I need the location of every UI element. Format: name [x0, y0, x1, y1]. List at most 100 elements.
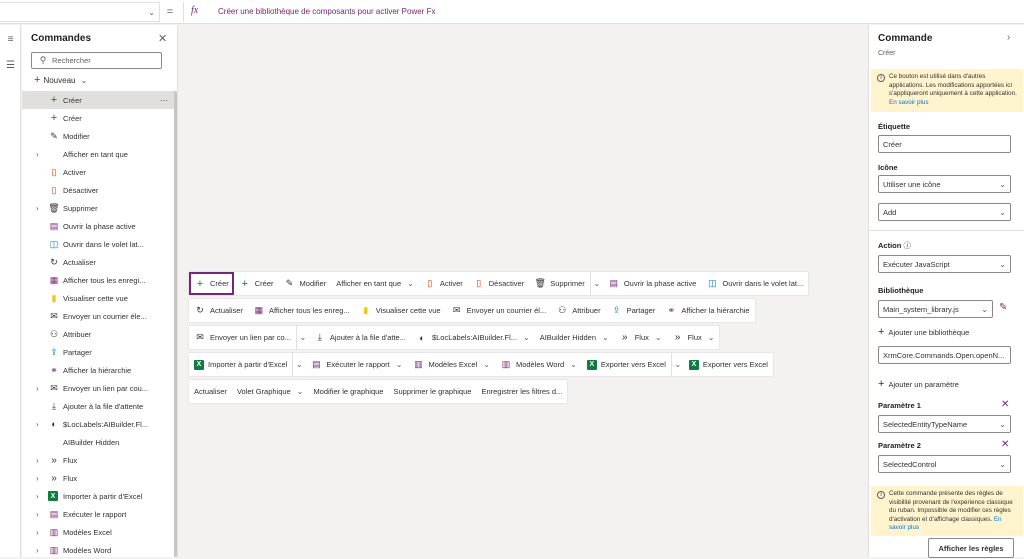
chevron-right-icon[interactable]: ›: [1007, 32, 1010, 43]
tree-item[interactable]: + Créer ···: [22, 91, 175, 109]
search-input[interactable]: ⚲ Rechercher: [31, 52, 162, 69]
close-icon[interactable]: ✕: [158, 32, 167, 45]
tree-item[interactable]: ⚇ Attribuer: [22, 325, 175, 343]
delete-param1-icon[interactable]: ✕: [1001, 399, 1009, 410]
learn-more-link[interactable]: En savoir plus: [889, 99, 929, 106]
tree-item[interactable]: ▯ Désactiver: [22, 181, 175, 199]
action-select[interactable]: Exécuter JavaScript ⌄: [878, 255, 1011, 273]
command-button[interactable]: + Créer: [234, 272, 279, 295]
command-button[interactable]: ▤ Exécuter le rapport ⌄: [305, 353, 407, 376]
tree-item[interactable]: › » Flux: [22, 451, 175, 469]
tree-item[interactable]: ✎ Modifier: [22, 127, 175, 145]
function-field[interactable]: XrmCore.Commands.Open.openN...: [878, 346, 1011, 364]
tree-item[interactable]: ◫ Ouvrir dans le volet lat...: [22, 235, 175, 253]
property-dropdown[interactable]: ⌄: [0, 2, 160, 22]
scrollbar[interactable]: [174, 91, 177, 557]
tree-item[interactable]: ▦ Afficher tous les enregi...: [22, 271, 175, 289]
command-button[interactable]: ▮ Visualiser cette vue: [355, 299, 446, 322]
command-button-label: Exporter vers Excel: [702, 360, 768, 369]
chevron-right-icon[interactable]: ›: [36, 474, 39, 483]
chevron-right-icon[interactable]: ›: [36, 150, 39, 159]
command-button[interactable]: ▦ Afficher tous les enreg...: [248, 299, 355, 322]
command-button[interactable]: Volet Graphique ⌄: [232, 380, 309, 403]
command-button[interactable]: Actualiser: [189, 380, 232, 403]
command-button[interactable]: Afficher en tant que ⌄: [331, 272, 419, 295]
tree-item[interactable]: › ▥ Modèles Word: [22, 541, 175, 559]
add-parameter-button[interactable]: + Ajouter un paramètre: [878, 378, 959, 390]
chevron-right-icon[interactable]: ›: [36, 528, 39, 537]
command-button[interactable]: ◫ Ouvrir dans le volet lat...: [701, 272, 808, 295]
chevron-right-icon[interactable]: ›: [36, 510, 39, 519]
split-chevron-icon[interactable]: ⌄: [292, 353, 305, 376]
tree-item[interactable]: › Afficher en tant que: [22, 145, 175, 163]
split-chevron-icon[interactable]: ⌄: [295, 326, 309, 349]
chevron-right-icon[interactable]: ›: [36, 384, 39, 393]
chevron-right-icon[interactable]: ›: [36, 546, 39, 555]
tree-item[interactable]: ▯ Activer: [22, 163, 175, 181]
add-library-button[interactable]: + Ajouter une bibliothèque: [878, 326, 969, 338]
split-chevron-icon[interactable]: ⌄: [670, 353, 684, 376]
tree-item[interactable]: › X Importer à partir d'Excel: [22, 487, 175, 505]
command-button[interactable]: ▥ Modèles Word ⌄: [495, 353, 582, 376]
more-icon[interactable]: ···: [160, 96, 168, 105]
tree-item[interactable]: › ✉ Envoyer un lien par cou...: [22, 379, 175, 397]
tree-item[interactable]: › » Flux: [22, 469, 175, 487]
tree-item[interactable]: AIBuilder Hidden: [22, 433, 175, 451]
command-button[interactable]: ⚇ Attribuer: [551, 299, 605, 322]
command-button[interactable]: ▯ Activer: [419, 272, 468, 295]
tree-view-icon[interactable]: ☰: [3, 58, 18, 73]
command-button[interactable]: ⚭ Afficher la hiérarchie: [660, 299, 754, 322]
chevron-right-icon[interactable]: ›: [36, 204, 39, 213]
tree-item[interactable]: ✉ Envoyer un courrier éle...: [22, 307, 175, 325]
param2-select[interactable]: SelectedControl ⌄: [878, 455, 1011, 473]
command-button[interactable]: » Flux ⌄: [614, 326, 667, 349]
tree-item[interactable]: › 🗑 Supprimer: [22, 199, 175, 217]
edit-pencil-icon[interactable]: ✎: [999, 302, 1007, 313]
command-button[interactable]: X Exporter vers Excel: [684, 353, 773, 376]
delete-param2-icon[interactable]: ✕: [1001, 439, 1009, 450]
command-button[interactable]: ↻ Actualiser: [189, 299, 248, 322]
show-rules-button[interactable]: Afficher les règles: [928, 538, 1014, 558]
library-select[interactable]: Main_system_library.js ⌄: [878, 300, 993, 318]
split-chevron-icon[interactable]: ⌄: [589, 272, 603, 295]
tree-item[interactable]: ⤓ Ajouter à la file d'attente: [22, 397, 175, 415]
command-button[interactable]: ◐ $LocLabels:AIBuilder.Fl... ⌄: [411, 326, 535, 349]
command-button[interactable]: Modifier le graphique: [308, 380, 388, 403]
command-button[interactable]: X Importer à partir d'Excel: [189, 353, 292, 376]
hamburger-menu-icon[interactable]: ≡: [3, 32, 18, 47]
tree-item[interactable]: ▮ Visualiser cette vue: [22, 289, 175, 307]
command-button[interactable]: Enregistrer les filtres d...: [476, 380, 567, 403]
chevron-right-icon[interactable]: ›: [36, 420, 39, 429]
chevron-right-icon[interactable]: ›: [36, 456, 39, 465]
command-button[interactable]: ⇪ Partager: [606, 299, 661, 322]
command-button[interactable]: ▤ Ouvrir la phase active: [603, 272, 702, 295]
tree-item[interactable]: ⚭ Afficher la hiérarchie: [22, 361, 175, 379]
tree-item[interactable]: ↻ Actualiser: [22, 253, 175, 271]
tree-item[interactable]: › ▥ Modèles Excel: [22, 523, 175, 541]
command-button[interactable]: ✉ Envoyer un courrier él...: [446, 299, 552, 322]
icon-select[interactable]: Utiliser une icône ⌄: [878, 175, 1011, 193]
new-button[interactable]: + Nouveau ⌄: [34, 74, 87, 86]
command-button[interactable]: ▥ Modèles Excel ⌄: [407, 353, 494, 376]
command-button[interactable]: ⤓ Ajouter à la file d'atte...: [309, 326, 411, 349]
command-button[interactable]: ✎ Modifier: [279, 272, 332, 295]
icon-add-select[interactable]: Add ⌄: [878, 203, 1011, 221]
label-field[interactable]: Créer: [878, 135, 1011, 153]
chevron-right-icon[interactable]: ›: [36, 492, 39, 501]
tree-item[interactable]: › ▤ Exécuter le rapport: [22, 505, 175, 523]
command-button[interactable]: AIBuilder Hidden ⌄: [535, 326, 614, 349]
tree-item[interactable]: ▤ Ouvrir la phase active: [22, 217, 175, 235]
command-button[interactable]: » Flux ⌄: [667, 326, 720, 349]
command-button[interactable]: + Créer: [189, 272, 234, 295]
tree-item[interactable]: › ◐ $LocLabels:AIBuilder.Fl...: [22, 415, 175, 433]
tree-item[interactable]: ⇪ Partager: [22, 343, 175, 361]
param1-select[interactable]: SelectedEntityTypeName ⌄: [878, 415, 1011, 433]
formula-input[interactable]: Créer une bibliothèque de composants pou…: [218, 7, 435, 16]
command-button[interactable]: Supprimer le graphique: [388, 380, 476, 403]
command-bar-row: ✉ Envoyer un lien par co... ⌄ ⤓ Ajouter à la…: [189, 326, 720, 349]
command-button[interactable]: X Exporter vers Excel: [582, 353, 671, 376]
command-button[interactable]: 🗑 Supprimer: [529, 272, 590, 295]
command-button[interactable]: ✉ Envoyer un lien par co...: [189, 326, 296, 349]
command-button[interactable]: ▯ Désactiver: [468, 272, 529, 295]
tree-item[interactable]: + Créer: [22, 109, 175, 127]
